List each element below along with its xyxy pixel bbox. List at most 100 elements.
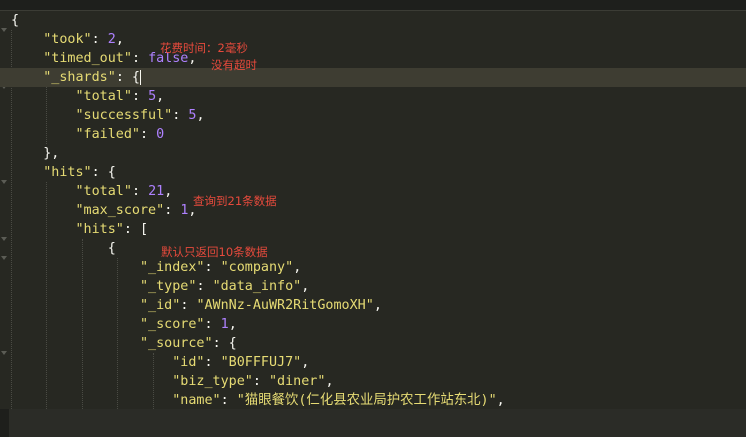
code-line[interactable]: "took": 2, xyxy=(0,30,124,49)
json-punctuation: : xyxy=(196,279,213,294)
json-punctuation: : xyxy=(204,317,221,332)
json-string: "_score" xyxy=(140,317,205,332)
json-punctuation: : xyxy=(131,51,149,66)
json-string: "data_info" xyxy=(212,279,302,294)
json-punctuation: : xyxy=(172,108,189,123)
json-punctuation: : xyxy=(204,260,221,275)
json-string: "took" xyxy=(43,32,92,47)
json-value: 1 xyxy=(220,317,229,332)
json-string: "id" xyxy=(172,355,205,370)
json-string: "max_score" xyxy=(75,203,165,218)
code-line[interactable]: "failed": 0 xyxy=(0,125,165,144)
json-string: "total" xyxy=(75,184,132,199)
json-string: "failed" xyxy=(75,127,141,142)
json-string: "猫眼餐饮(仁化县农业局护农工作站东北)" xyxy=(236,393,497,408)
json-value: 21 xyxy=(148,184,165,199)
json-punctuation: { xyxy=(11,13,20,28)
json-punctuation: : xyxy=(180,298,197,313)
json-punctuation: : { xyxy=(115,70,140,85)
json-value: 2 xyxy=(107,32,116,47)
json-punctuation: , xyxy=(196,108,205,123)
code-line[interactable]: "_id": "AWnNz-AuWR2RitGomoXH", xyxy=(0,296,382,315)
editor-top-bar xyxy=(0,0,746,11)
json-punctuation: , xyxy=(373,298,382,313)
code-line[interactable]: "_score": 1, xyxy=(0,315,237,334)
scrollbar-corner xyxy=(0,409,9,437)
json-string: "biz_type" xyxy=(172,374,253,389)
annotation-took: 花费时间：2毫秒 xyxy=(160,41,248,55)
json-string: "timed_out" xyxy=(43,51,132,66)
json-punctuation: , xyxy=(164,184,173,199)
json-string: "company" xyxy=(220,260,294,275)
code-line[interactable]: "total": 21, xyxy=(0,182,173,201)
json-punctuation: , xyxy=(156,89,165,104)
json-string: "_index" xyxy=(140,260,205,275)
annotation-hits: 默认只返回10条数据 xyxy=(161,245,268,259)
json-string: "hits" xyxy=(75,222,124,237)
json-punctuation: : xyxy=(131,89,149,104)
json-punctuation: { xyxy=(107,241,116,256)
code-line[interactable]: "name": "猫眼餐饮(仁化县农业局护农工作站东北)", xyxy=(0,391,505,410)
json-string: "_source" xyxy=(140,336,213,351)
json-punctuation: : xyxy=(131,184,149,199)
json-punctuation: , xyxy=(301,355,310,370)
code-line[interactable]: "successful": 5, xyxy=(0,106,205,125)
json-punctuation: : xyxy=(164,203,181,218)
json-punctuation: : { xyxy=(212,336,237,351)
code-line[interactable]: }, xyxy=(0,144,59,163)
json-string: "total" xyxy=(75,89,132,104)
scrollbar-thumb[interactable] xyxy=(9,409,746,437)
json-value: 0 xyxy=(156,127,165,142)
json-punctuation: , xyxy=(496,393,505,408)
json-string: "AWnNz-AuWR2RitGomoXH" xyxy=(196,298,374,313)
json-punctuation: : [ xyxy=(123,222,149,237)
code-line[interactable]: { xyxy=(0,11,19,30)
code-line[interactable]: "biz_type": "diner", xyxy=(0,372,333,391)
code-line[interactable]: "_index": "company", xyxy=(0,258,301,277)
json-editor[interactable]: { "took": 2, "timed_out": false, "_shard… xyxy=(0,0,746,437)
code-line[interactable]: "_source": { xyxy=(0,334,237,353)
horizontal-scrollbar[interactable] xyxy=(9,409,746,437)
code-line[interactable]: "_type": "data_info", xyxy=(0,277,309,296)
code-line[interactable]: "hits": { xyxy=(0,163,116,182)
json-punctuation: : xyxy=(91,32,108,47)
json-string: "name" xyxy=(172,393,221,408)
json-string: "diner" xyxy=(269,374,326,389)
text-cursor xyxy=(140,69,141,85)
json-punctuation: : { xyxy=(91,165,116,180)
json-punctuation: : xyxy=(140,127,157,142)
code-line[interactable]: "id": "B0FFFUJ7", xyxy=(0,353,309,372)
code-line[interactable]: "_shards": { xyxy=(0,68,746,87)
json-punctuation: , xyxy=(301,279,310,294)
annotation-timed-out: 没有超时 xyxy=(211,58,257,72)
json-punctuation: , xyxy=(293,260,302,275)
json-punctuation: : xyxy=(220,393,237,408)
json-punctuation: }, xyxy=(43,146,60,161)
code-line[interactable]: "total": 5, xyxy=(0,87,165,106)
json-punctuation: , xyxy=(115,32,124,47)
code-line[interactable]: { xyxy=(0,239,116,258)
code-line[interactable]: "hits": [ xyxy=(0,220,149,239)
annotation-total: 查询到21条数据 xyxy=(193,194,277,208)
json-punctuation: : xyxy=(252,374,269,389)
code-line[interactable]: "max_score": 1, xyxy=(0,201,197,220)
json-value: 5 xyxy=(148,89,157,104)
json-punctuation: : xyxy=(204,355,221,370)
json-string: "_id" xyxy=(140,298,181,313)
